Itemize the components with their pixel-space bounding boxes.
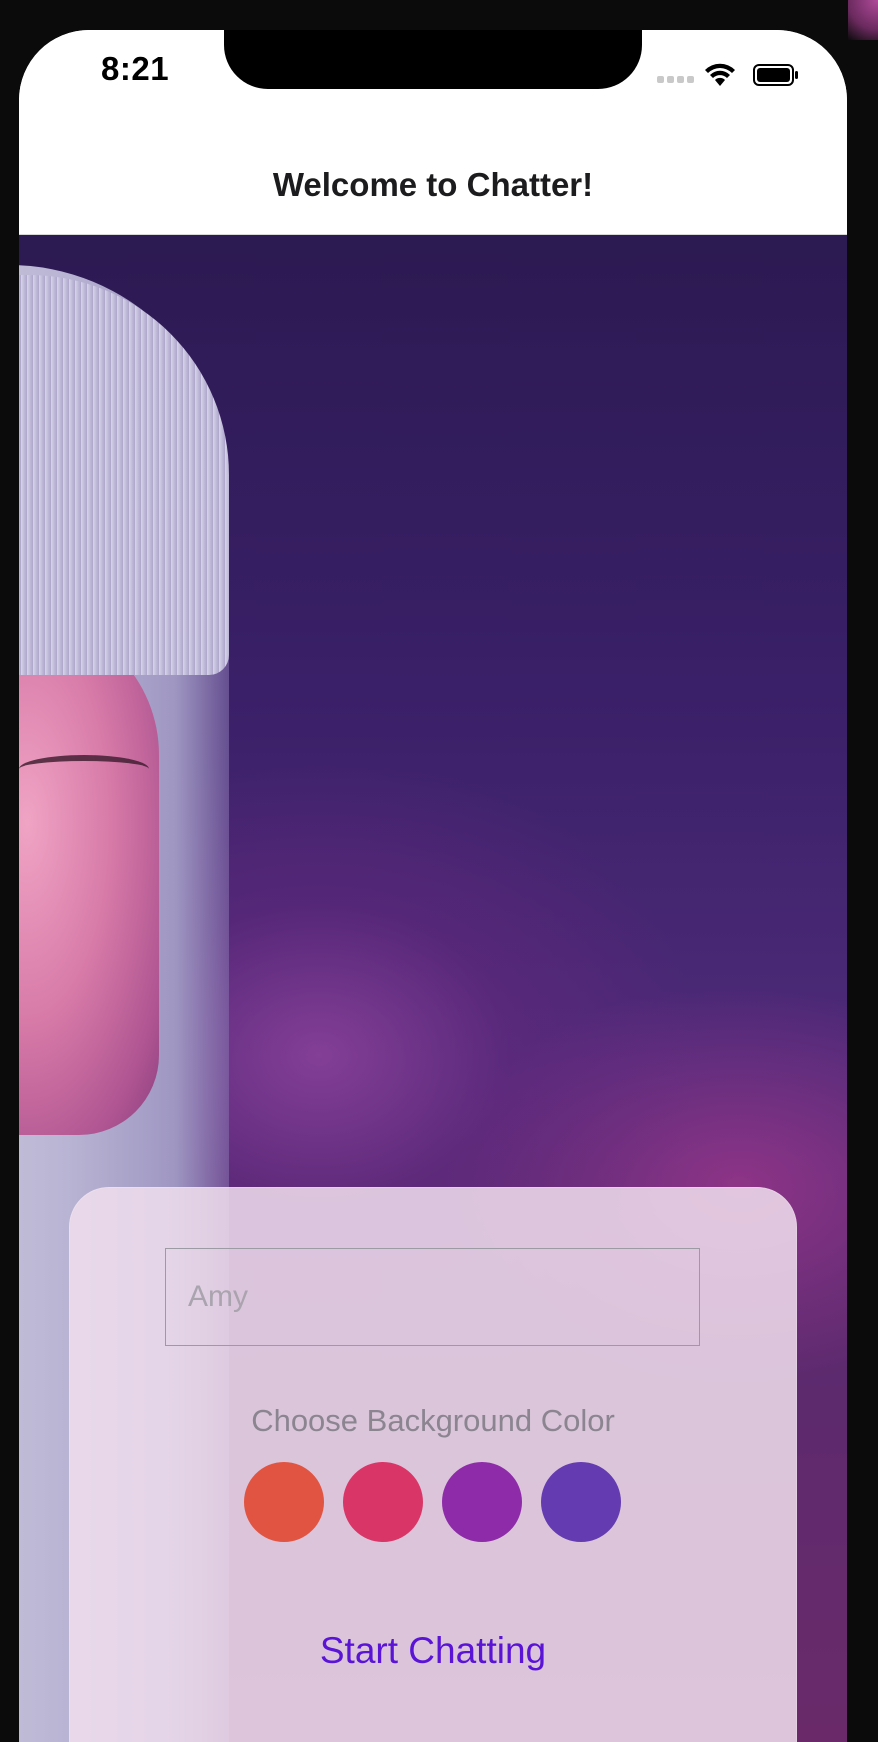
device-frame: 8:21 Welcome to Chatter! Amy Choose Back… bbox=[0, 0, 878, 1742]
color-swatch-crimson[interactable] bbox=[343, 1462, 423, 1542]
status-bar: 8:21 bbox=[19, 30, 847, 120]
app-screen: 8:21 Welcome to Chatter! Amy Choose Back… bbox=[19, 30, 847, 1742]
wifi-icon bbox=[705, 63, 735, 86]
start-card: Choose Background Color Start Chatting bbox=[69, 1187, 797, 1742]
device-edge-accent bbox=[848, 0, 878, 40]
color-swatch-purple[interactable] bbox=[442, 1462, 522, 1542]
color-swatch-group bbox=[244, 1462, 621, 1542]
background-figure-eye bbox=[19, 755, 149, 783]
color-swatch-orange-red[interactable] bbox=[244, 1462, 324, 1542]
navigation-bar: Welcome to Chatter! bbox=[19, 120, 847, 235]
color-picker-label: Choose Background Color bbox=[251, 1403, 615, 1438]
cellular-signal-icon bbox=[657, 76, 694, 83]
battery-icon bbox=[753, 64, 798, 86]
background-figure-face bbox=[19, 615, 159, 1135]
name-input[interactable] bbox=[165, 1248, 700, 1346]
color-swatch-indigo[interactable] bbox=[541, 1462, 621, 1542]
page-title: Welcome to Chatter! bbox=[272, 166, 594, 203]
status-time: 8:21 bbox=[101, 50, 170, 87]
background-figure-bangs bbox=[19, 275, 229, 675]
device-notch bbox=[224, 30, 642, 89]
start-chatting-button[interactable]: Start Chatting bbox=[69, 1629, 797, 1673]
